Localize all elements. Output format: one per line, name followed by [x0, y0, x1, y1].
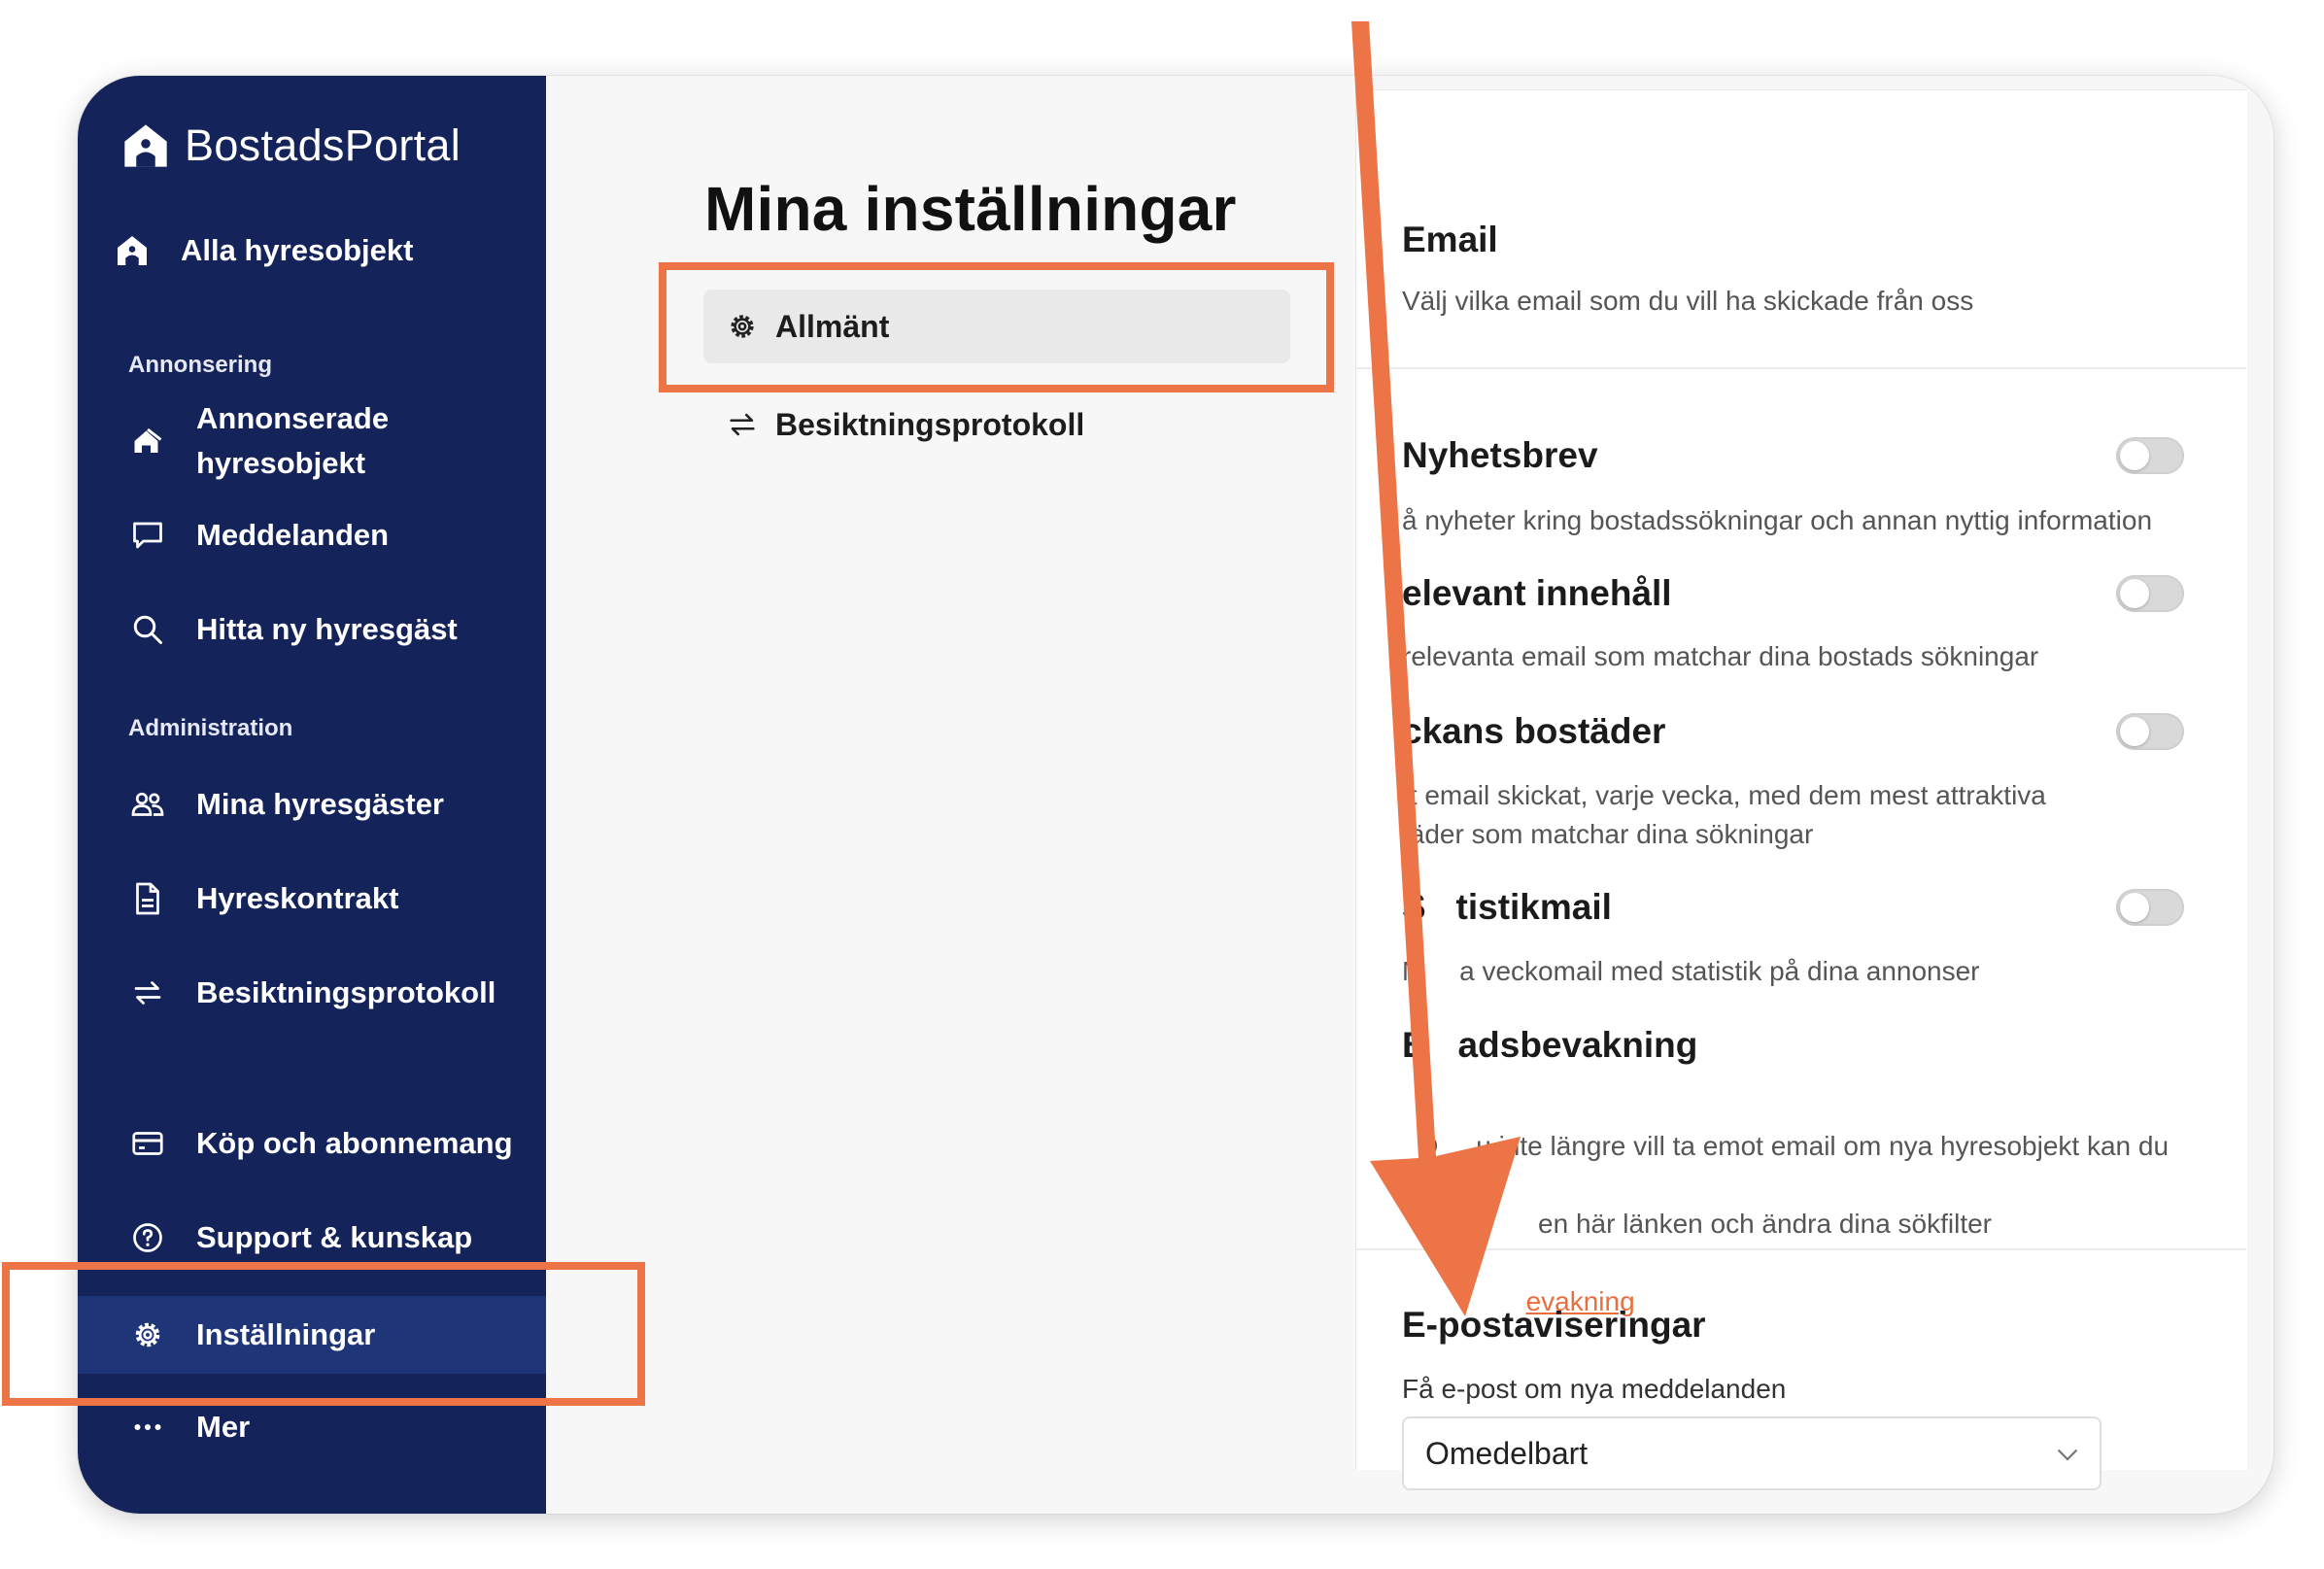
nav-more[interactable]: Mer: [78, 1398, 546, 1456]
watch-description: O u inte längre vill ta emot email om ny…: [1402, 1088, 2170, 1321]
option-title-weekly: ckans bostäder: [1402, 711, 1666, 751]
highlight-settings-nav: [2, 1262, 645, 1406]
nav-inspection[interactable]: Besiktningsprotokoll: [78, 964, 546, 1022]
highlight-general-tab: [659, 262, 1334, 392]
users-icon: [128, 785, 167, 824]
option-title-newsletter: Nyhetsbrev: [1402, 435, 1598, 475]
option-desc-relevant: relevanta email som matchar dina bostads…: [1402, 641, 2039, 671]
email-heading: Email: [1402, 220, 1498, 259]
toggle-knob: [2120, 441, 2149, 470]
divider: [1355, 1248, 2246, 1250]
toggle-knob: [2120, 579, 2149, 608]
nav-label: Alla hyresobjekt: [181, 233, 414, 267]
watch-line2: g en här länken och ändra dina sökfilter: [1417, 1209, 1993, 1239]
nav-label-line2: hyresobjekt: [196, 446, 366, 480]
stats-mail-toggle[interactable]: [2116, 889, 2184, 926]
house-icon: [113, 231, 152, 270]
help-circle-icon: [128, 1218, 167, 1257]
option-desc-stats: N a veckomail med statistik på dina anno…: [1402, 956, 1980, 986]
nav-label: Meddelanden: [196, 518, 390, 552]
nav-label-line1: Annonserade: [196, 401, 390, 435]
nav-label: Hitta ny hyresgäst: [196, 612, 458, 646]
option-title-stats: S tistikmail: [1402, 887, 1612, 927]
page-title: Mina inställningar: [704, 174, 1237, 244]
nav-label: Mina hyresgäster: [196, 787, 444, 821]
desc-line1: tt email skickat, varje vecka, med dem m…: [1402, 780, 2046, 810]
swap-arrows-icon: [128, 973, 167, 1012]
brand-name: BostadsPortal: [185, 120, 461, 170]
nav-contract[interactable]: Hyreskontrakt: [78, 870, 546, 928]
nav-find-tenant[interactable]: Hitta ny hyresgäst: [78, 600, 546, 659]
chevron-down-icon: [2058, 1450, 2077, 1461]
nav-support[interactable]: Support & kunskap: [78, 1209, 546, 1267]
tab-label: Besiktningsprotokoll: [775, 406, 1085, 442]
nav-label: Annonserade hyresobjekt: [196, 396, 389, 486]
newsletter-toggle[interactable]: [2116, 437, 2184, 474]
relevant-content-toggle[interactable]: [2116, 575, 2184, 612]
watch-line1: O u inte längre vill ta emot email om ny…: [1417, 1131, 2170, 1161]
option-desc-newsletter: å nyheter kring bostadssökningar och ann…: [1402, 505, 2153, 535]
swap-arrows-icon: [725, 407, 760, 442]
toggle-knob: [2120, 717, 2149, 746]
tab-inspection[interactable]: Besiktningsprotokoll: [725, 400, 1084, 449]
toggle-knob: [2120, 893, 2149, 922]
nav-listed-objects[interactable]: Annonserade hyresobjekt: [78, 394, 546, 488]
nav-purchases[interactable]: Köp och abonnemang: [78, 1114, 546, 1173]
email-description: Välj vilka email som du vill ha skickade…: [1402, 286, 1974, 316]
brand-logo[interactable]: BostadsPortal: [120, 107, 461, 185]
homes-icon: [128, 422, 167, 460]
nav-my-tenants[interactable]: Mina hyresgäster: [78, 775, 546, 834]
section-label-admin: Administration: [128, 715, 293, 741]
nav-label: Köp och abonnemang: [196, 1126, 513, 1160]
nav-label: Mer: [196, 1410, 251, 1444]
chat-icon: [128, 516, 167, 555]
nav-label: Support & kunskap: [196, 1220, 473, 1254]
option-title-relevant: elevant innehåll: [1402, 573, 1672, 613]
divider: [1355, 367, 2246, 369]
more-dots-icon: [128, 1408, 167, 1447]
search-icon: [128, 610, 167, 649]
notification-frequency-select[interactable]: Omedelbart: [1402, 1416, 2102, 1490]
desc-line2: täder som matchar dina sökningar: [1402, 819, 1814, 849]
house-logo-icon: [124, 124, 167, 167]
credit-card-icon: [128, 1124, 167, 1163]
document-icon: [128, 879, 167, 918]
select-value: Omedelbart: [1425, 1435, 1589, 1471]
nav-label: Hyreskontrakt: [196, 881, 399, 915]
notifications-heading: E-postaviseringar: [1402, 1305, 1706, 1345]
notifications-label: Få e-post om nya meddelanden: [1402, 1374, 1787, 1404]
weekly-homes-toggle[interactable]: [2116, 713, 2184, 750]
watch-title: B adsbevakning: [1402, 1025, 1698, 1065]
option-desc-weekly: tt email skickat, varje vecka, med dem m…: [1402, 776, 2046, 854]
nav-label: Besiktningsprotokoll: [196, 975, 496, 1009]
section-label-ads: Annonsering: [128, 352, 272, 378]
nav-messages[interactable]: Meddelanden: [78, 506, 546, 564]
nav-all-listings[interactable]: Alla hyresobjekt: [78, 222, 546, 280]
